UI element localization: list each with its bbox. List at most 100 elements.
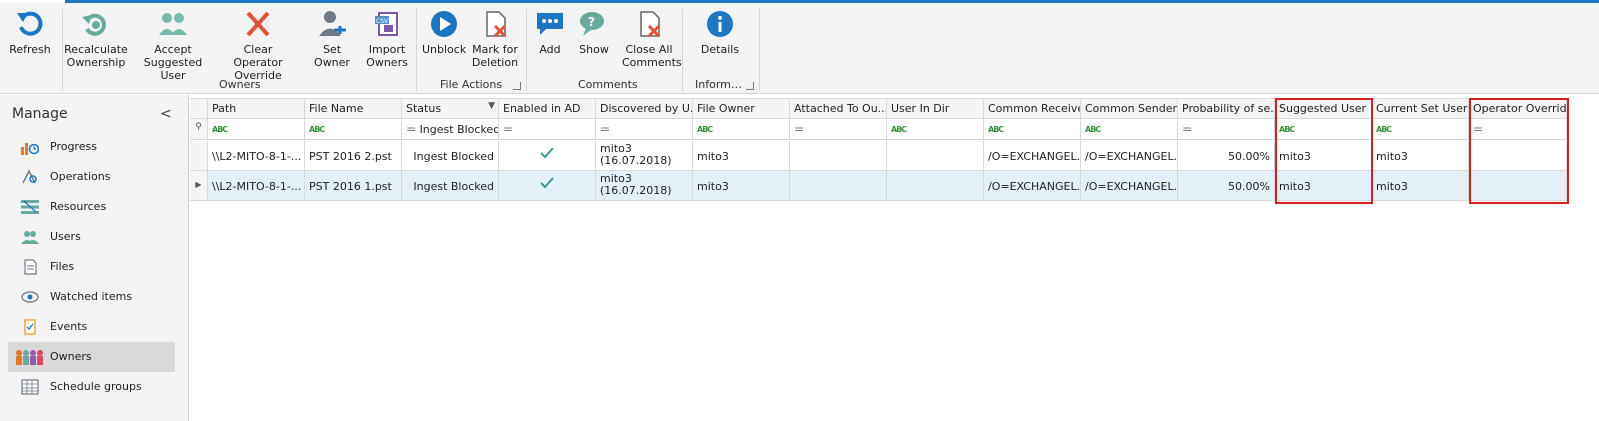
filter-discovered[interactable]: = [596, 119, 693, 140]
filter-row-pin-icon: ⚲ [190, 119, 208, 140]
column-header-discovered-by[interactable]: Discovered by U... [596, 98, 693, 119]
sidebar-item-label: Users [50, 230, 81, 243]
import-owners-label: Import Owners [366, 43, 408, 69]
cell-suggested-user[interactable]: mito3 [1275, 171, 1372, 201]
cell-common-receiver[interactable]: /O=EXCHANGEL... [984, 141, 1081, 171]
sidebar-collapse-button[interactable]: < [160, 106, 172, 122]
cell-common-sender[interactable]: /O=EXCHANGEL... [1081, 141, 1178, 171]
row-focus-indicator[interactable]: ▶ [190, 171, 208, 201]
mark-delete-icon [486, 11, 507, 38]
set-owner-button[interactable]: Set Owner [304, 9, 360, 69]
cell-enabled-in-ad[interactable] [499, 141, 596, 171]
add-comment-button[interactable]: Add [532, 9, 568, 56]
column-header-user-in-dir[interactable]: User In Dir [887, 98, 984, 119]
filter-abc-icon: ABC [309, 125, 325, 134]
sidebar-item-users[interactable]: Users [8, 222, 175, 252]
close-all-comments-button[interactable]: Close All Comments [622, 9, 682, 69]
column-header-operator-override[interactable]: Operator Override [1469, 98, 1567, 119]
cell-operator-override[interactable] [1469, 171, 1567, 201]
table-row[interactable]: \\L2-MITO-8-1-... PST 2016 2.pst Ingest … [190, 141, 1599, 171]
refresh-button[interactable]: Refresh [8, 9, 52, 56]
column-header-current-set-user[interactable]: Current Set User [1372, 98, 1469, 119]
sidebar-item-watched-items[interactable]: Watched items [8, 282, 175, 312]
accept-suggested-user-button[interactable]: Accept Suggested User [132, 9, 214, 82]
filter-attached[interactable]: = [790, 119, 887, 140]
cell-status[interactable]: Ingest Blocked [402, 141, 499, 171]
group-separator [759, 9, 760, 91]
cell-common-sender[interactable]: /O=EXCHANGEL... [1081, 171, 1178, 201]
filter-common-receiver[interactable]: ABC [984, 119, 1081, 140]
column-header-file-name[interactable]: File Name [305, 98, 402, 119]
cell-path[interactable]: \\L2-MITO-8-1-... [208, 171, 305, 201]
filter-status[interactable]: = Ingest Blocked [402, 119, 499, 140]
sidebar-item-owners[interactable]: Owners [8, 342, 175, 372]
sidebar-item-schedule-groups[interactable]: Schedule groups [8, 372, 175, 402]
table-row[interactable]: ▶ \\L2-MITO-8-1-... PST 2016 1.pst Inges… [190, 171, 1599, 201]
sidebar-item-resources[interactable]: Resources [8, 192, 175, 222]
unblock-label: Unblock [422, 43, 467, 56]
group-separator [416, 9, 417, 91]
cell-status[interactable]: Ingest Blocked [402, 171, 499, 201]
cell-user-in-dir[interactable] [887, 171, 984, 201]
column-header-file-owner[interactable]: File Owner [693, 98, 790, 119]
group-label-information: Inform… [695, 78, 742, 91]
cell-probability[interactable]: 50.00% [1178, 171, 1275, 201]
filter-equals-icon: = [1473, 122, 1484, 136]
sidebar-item-progress[interactable]: Progress [8, 132, 175, 162]
cell-file-name[interactable]: PST 2016 1.pst [305, 171, 402, 201]
column-header-enabled-in-ad[interactable]: Enabled in AD [499, 98, 596, 119]
filter-common-sender[interactable]: ABC [1081, 119, 1178, 140]
filter-funnel-icon[interactable]: ▼ [488, 101, 495, 111]
column-header-status[interactable]: Status ▼ [402, 98, 499, 119]
filter-operator-override[interactable]: = [1469, 119, 1567, 140]
filter-path[interactable]: ABC [208, 119, 305, 140]
file-actions-launcher[interactable] [513, 82, 521, 90]
cell-current-set-user[interactable]: mito3 [1372, 141, 1469, 171]
cell-suggested-user[interactable]: mito3 [1275, 141, 1372, 171]
cell-probability[interactable]: 50.00% [1178, 141, 1275, 171]
clear-operator-override-button[interactable]: Clear Operator Override [220, 9, 296, 82]
column-header-path[interactable]: Path [208, 98, 305, 119]
cell-discovered[interactable]: mito3 (16.07.2018) [596, 141, 693, 171]
column-header-common-receiver[interactable]: Common Receiver [984, 98, 1081, 119]
cell-file-name[interactable]: PST 2016 2.pst [305, 141, 402, 171]
cell-path[interactable]: \\L2-MITO-8-1-... [208, 141, 305, 171]
cell-operator-override[interactable] [1469, 141, 1567, 171]
import-owners-button[interactable]: CSV Import Owners [364, 9, 410, 69]
column-header-common-sender[interactable]: Common Sender [1081, 98, 1178, 119]
mark-for-deletion-label: Mark for Deletion [471, 43, 519, 69]
filter-enabled[interactable]: = [499, 119, 596, 140]
cell-file-owner[interactable]: mito3 [693, 171, 790, 201]
filter-file-name[interactable]: ABC [305, 119, 402, 140]
details-button[interactable]: Details [700, 9, 740, 56]
sidebar-item-events[interactable]: Events [8, 312, 175, 342]
recalculate-ownership-button[interactable]: Recalculate Ownership [64, 9, 128, 69]
filter-user-in-dir[interactable]: ABC [887, 119, 984, 140]
filter-file-owner[interactable]: ABC [693, 119, 790, 140]
filter-probability[interactable]: = [1178, 119, 1275, 140]
cell-attached[interactable] [790, 171, 887, 201]
cell-file-owner[interactable]: mito3 [693, 141, 790, 171]
information-launcher[interactable] [746, 82, 754, 90]
unblock-button[interactable]: Unblock [422, 9, 466, 56]
resources-icon [21, 200, 39, 214]
sidebar-item-operations[interactable]: Operations [8, 162, 175, 192]
filter-abc-icon: ABC [891, 125, 907, 134]
cell-common-receiver[interactable]: /O=EXCHANGEL... [984, 171, 1081, 201]
mark-for-deletion-button[interactable]: Mark for Deletion [470, 9, 520, 69]
show-comment-icon: ? [580, 12, 604, 36]
filter-current-set-user[interactable]: ABC [1372, 119, 1469, 140]
sidebar-item-files[interactable]: Files [8, 252, 175, 282]
column-header-attached-to[interactable]: Attached To Ou... [790, 98, 887, 119]
cell-discovered[interactable]: mito3 (16.07.2018) [596, 171, 693, 201]
cell-attached[interactable] [790, 141, 887, 171]
cell-current-set-user[interactable]: mito3 [1372, 171, 1469, 201]
column-header-probability[interactable]: Probability of se... [1178, 98, 1275, 119]
header-indicator [190, 98, 208, 119]
cell-enabled-in-ad[interactable] [499, 171, 596, 201]
filter-suggested-user[interactable]: ABC [1275, 119, 1372, 140]
column-header-suggested-user[interactable]: Suggested User [1275, 98, 1372, 119]
cell-user-in-dir[interactable] [887, 141, 984, 171]
row-indicator[interactable] [190, 141, 208, 171]
show-comments-button[interactable]: ? Show [576, 9, 612, 56]
